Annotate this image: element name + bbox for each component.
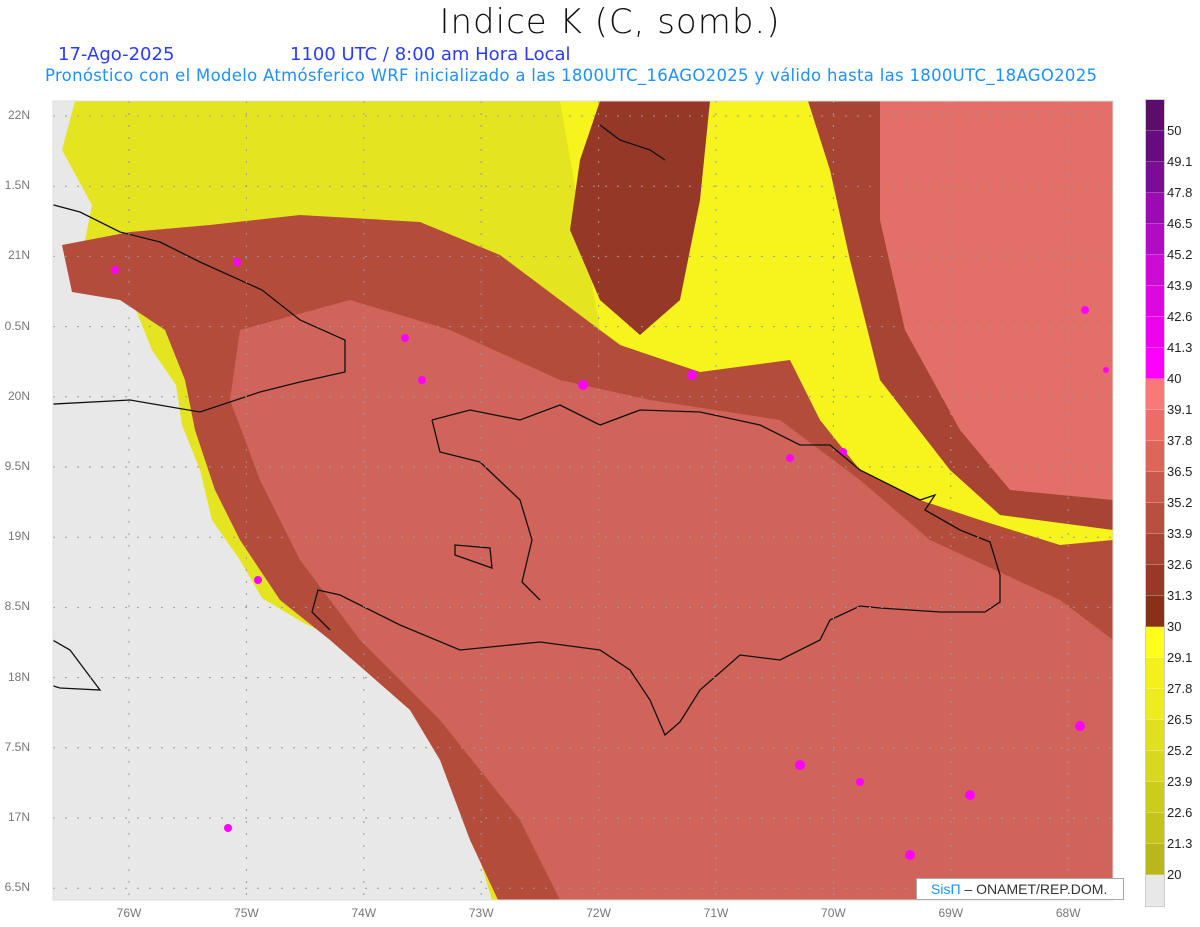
color-scale-label: 32.6	[1167, 557, 1193, 572]
color-scale-cell	[1146, 379, 1164, 410]
color-scale-label: 26.5	[1167, 712, 1193, 727]
color-scale-cell	[1146, 875, 1164, 906]
color-scale-label: 45.2	[1167, 247, 1193, 262]
lat-tick-label: 8.5N	[4, 599, 30, 614]
lon-tick-label: 69W	[938, 906, 964, 920]
color-scale-label: 37.8	[1167, 433, 1193, 448]
lat-tick-label: 0.5N	[4, 318, 30, 333]
color-scale-cell	[1146, 627, 1164, 658]
color-scale-cell	[1146, 441, 1164, 472]
color-scale-label: 31.3	[1167, 588, 1193, 603]
color-scale-label: 47.8	[1167, 185, 1193, 200]
color-scale-cell	[1146, 565, 1164, 596]
sispi-logo: SisΠ	[931, 881, 961, 897]
color-scale-cell	[1146, 720, 1164, 751]
color-scale-label: 36.5	[1167, 464, 1193, 479]
color-scale-label: 41.3	[1167, 340, 1193, 355]
color-scale-label: 40	[1167, 371, 1182, 386]
lat-tick-label: 7.5N	[4, 739, 30, 754]
lat-tick-label: 18N	[7, 669, 30, 684]
color-scale-label: 39.1	[1167, 402, 1193, 417]
lon-tick-label: 74W	[351, 906, 377, 920]
color-scale-cell	[1146, 813, 1164, 844]
color-scale-cell	[1146, 193, 1164, 224]
color-scale-cell	[1146, 534, 1164, 565]
color-scale-cell	[1146, 162, 1164, 193]
color-scale-label: 29.1	[1167, 650, 1193, 665]
lon-tick-label: 68W	[1055, 906, 1081, 920]
color-scale-cell	[1146, 131, 1164, 162]
color-scale-cell	[1146, 224, 1164, 255]
color-scale-cell	[1146, 844, 1164, 875]
credit-box: SisΠ – ONAMET/REP.DOM.	[916, 878, 1124, 900]
k-index-map	[52, 100, 1114, 901]
color-scale-cell	[1146, 472, 1164, 503]
lat-tick-label: 17N	[7, 810, 30, 824]
lat-tick-label: 20N	[7, 388, 30, 403]
lon-tick-label: 75W	[234, 906, 259, 920]
color-scale-label: 42.6	[1167, 309, 1193, 324]
lon-tick-label: 72W	[586, 906, 611, 920]
color-scale-cell	[1146, 751, 1164, 782]
color-scale-label: 25.2	[1167, 743, 1193, 758]
color-scale-label: 20	[1167, 867, 1182, 882]
color-scale-cell	[1146, 255, 1164, 286]
color-scale-label: 30	[1167, 619, 1182, 634]
color-scale-label: 49.1	[1167, 154, 1193, 169]
color-scale-label: 27.8	[1167, 681, 1193, 696]
lat-tick-label: 1.5N	[4, 178, 30, 193]
color-scale-cell	[1146, 348, 1164, 379]
forecast-map-page: Indice K (C, somb.) 17-Ago-2025 1100 UTC…	[0, 0, 1200, 927]
lat-tick-label: 21N	[7, 248, 30, 263]
color-scale-cell	[1146, 503, 1164, 534]
color-scale-cell	[1146, 286, 1164, 317]
color-scale-label: 43.9	[1167, 278, 1193, 293]
color-scale-cell	[1146, 782, 1164, 813]
lon-tick-label: 71W	[703, 906, 729, 920]
lat-tick-label: 9.5N	[4, 459, 30, 473]
lon-tick-label: 70W	[821, 906, 846, 920]
color-scale-cell	[1146, 658, 1164, 689]
color-scale-label: 22.6	[1167, 805, 1193, 820]
color-scale-cell	[1146, 410, 1164, 441]
lat-tick-label: 22N	[7, 108, 30, 122]
color-scale-cell	[1146, 596, 1164, 627]
color-scale-cell	[1146, 689, 1164, 720]
color-scale-bar	[1145, 99, 1165, 907]
color-scale-label: 35.2	[1167, 495, 1193, 510]
lon-tick-label: 73W	[468, 906, 494, 920]
color-scale-label: 33.9	[1167, 526, 1193, 541]
lat-tick-label: 19N	[7, 529, 30, 544]
credit-org: – ONAMET/REP.DOM.	[964, 881, 1108, 897]
lon-tick-label: 76W	[116, 906, 142, 920]
color-scale-cell	[1146, 317, 1164, 348]
color-scale-label: 46.5	[1167, 216, 1193, 231]
color-scale-label: 21.3	[1167, 836, 1193, 851]
color-scale-cell	[1146, 100, 1164, 131]
color-scale-label: 50	[1167, 123, 1182, 138]
lat-tick-label: 6.5N	[4, 880, 30, 895]
color-scale-label: 23.9	[1167, 774, 1193, 789]
